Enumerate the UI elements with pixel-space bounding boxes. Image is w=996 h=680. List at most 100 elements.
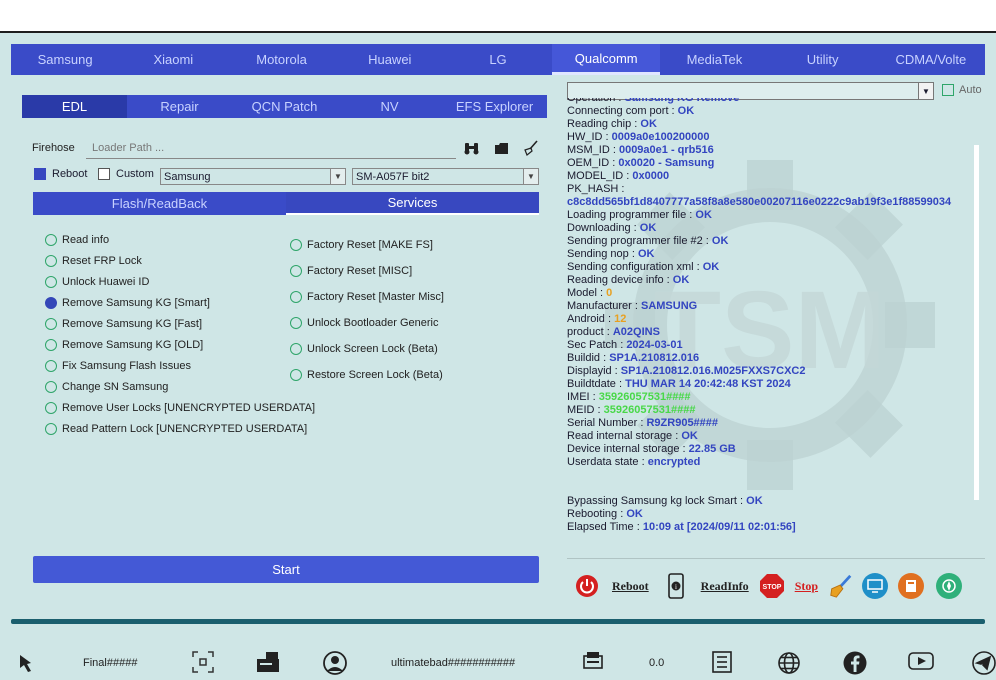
log-line: Rebooting : OK	[567, 508, 975, 521]
tab-xiaomi[interactable]: Xiaomi	[119, 44, 227, 75]
phone-info-icon[interactable]: i	[663, 573, 689, 599]
tab-motorola[interactable]: Motorola	[227, 44, 335, 75]
radio-remove-samsung-kg-old[interactable]: Remove Samsung KG [OLD]	[45, 339, 315, 351]
tab-flash-readback[interactable]: Flash/ReadBack	[33, 192, 286, 215]
radio-label: Unlock Bootloader Generic	[307, 317, 439, 329]
tab-repair[interactable]: Repair	[127, 95, 232, 118]
custom-checkbox[interactable]: Custom	[98, 168, 154, 180]
log-value: OK	[695, 209, 712, 221]
log-value: Samsung KG Remove	[624, 98, 740, 104]
log-key: Displayid :	[567, 365, 621, 377]
radio-remove-user-locks[interactable]: Remove User Locks [UNENCRYPTED USERDATA]	[45, 402, 315, 414]
radio-read-pattern-lock[interactable]: Read Pattern Lock [UNENCRYPTED USERDATA]	[45, 423, 315, 435]
radio-icon	[290, 291, 302, 303]
radio-restore-screen-lock[interactable]: Restore Screen Lock (Beta)	[290, 369, 444, 381]
tab-nv[interactable]: NV	[337, 95, 442, 118]
log-line: PK_HASH :	[567, 183, 975, 196]
sub-tab-bar: EDL Repair QCN Patch NV EFS Explorer	[22, 95, 547, 118]
tab-lg[interactable]: LG	[444, 44, 552, 75]
log-list-icon[interactable]	[712, 651, 732, 673]
log-value: 12	[614, 313, 627, 325]
screen-share-icon[interactable]	[862, 573, 889, 599]
log-line: HW_ID : 0009a0e100200000	[567, 131, 975, 144]
radio-unlock-bootloader-generic[interactable]: Unlock Bootloader Generic	[290, 317, 444, 329]
radio-unlock-screen-lock[interactable]: Unlock Screen Lock (Beta)	[290, 343, 444, 355]
radio-unlock-huawei-id[interactable]: Unlock Huawei ID	[45, 276, 315, 288]
services-right-list: Factory Reset [MAKE FS] Factory Reset [M…	[290, 239, 444, 381]
log-key: Downloading :	[567, 222, 640, 234]
radio-reset-frp-lock[interactable]: Reset FRP Lock	[45, 255, 315, 267]
log-key: Serial Number :	[567, 417, 647, 429]
log-key: IMEI :	[567, 391, 599, 403]
log-key: MSM_ID :	[567, 144, 619, 156]
radio-label: Factory Reset [Master Misc]	[307, 291, 444, 303]
radio-change-sn-samsung[interactable]: Change SN Samsung	[45, 381, 315, 393]
radio-factory-reset-misc[interactable]: Factory Reset [MISC]	[290, 265, 444, 277]
log-value: 0009a0e1 - qrb516	[618, 144, 714, 156]
log-line: Displayid : SP1A.210812.016.M025FXXS7CXC…	[567, 365, 975, 378]
tab-utility[interactable]: Utility	[769, 44, 877, 75]
tab-edl[interactable]: EDL	[22, 95, 127, 118]
log-key: OEM_ID :	[567, 157, 619, 169]
tab-services[interactable]: Services	[286, 192, 539, 215]
screenshot-icon[interactable]	[192, 651, 214, 673]
start-button[interactable]: Start	[33, 556, 539, 583]
power-icon[interactable]	[574, 573, 600, 599]
log-value: OK	[626, 508, 643, 520]
tab-qcn-patch[interactable]: QCN Patch	[232, 95, 337, 118]
log-line: MSM_ID : 0009a0e1 - qrb516	[567, 144, 975, 157]
radio-factory-reset-master-misc[interactable]: Factory Reset [Master Misc]	[290, 291, 444, 303]
loader-path-input[interactable]	[86, 137, 456, 159]
log-value: SP1A.210812.016.M025FXXS7CXC2	[620, 365, 806, 377]
tab-cdma-volte[interactable]: CDMA/Volte	[877, 44, 985, 75]
stop-sign-icon[interactable]: STOP	[759, 573, 785, 599]
auto-checkbox[interactable]: Auto	[942, 84, 982, 96]
broom-clean-icon[interactable]	[828, 573, 854, 599]
facebook-icon[interactable]	[843, 651, 867, 675]
reboot-button[interactable]: Reboot	[612, 579, 649, 594]
log-key: Reading chip :	[567, 118, 641, 130]
globe-icon[interactable]	[777, 651, 801, 675]
log-line: Serial Number : R9ZR905####	[567, 417, 975, 430]
radio-icon	[290, 317, 302, 329]
compass-icon[interactable]	[936, 573, 963, 599]
brand-select[interactable]: Samsung ▼	[160, 168, 346, 185]
log-line: c8c8dd565bf1d8407777a58f8a8e580e00207116…	[567, 196, 975, 209]
log-key: Buildtdate :	[567, 378, 626, 390]
radio-read-info[interactable]: Read info	[45, 234, 315, 246]
radio-label: Remove Samsung KG [Fast]	[62, 318, 202, 330]
radio-fix-samsung-flash-issues[interactable]: Fix Samsung Flash Issues	[45, 360, 315, 372]
stop-button[interactable]: Stop	[795, 579, 818, 594]
user-avatar-icon[interactable]	[323, 651, 347, 675]
tab-mediatek[interactable]: MediaTek	[660, 44, 768, 75]
radio-selected-icon	[45, 297, 57, 309]
tab-qualcomm[interactable]: Qualcomm	[552, 44, 661, 75]
model-select[interactable]: SM-A057F bit2 ▼	[352, 168, 539, 185]
telegram-icon[interactable]	[972, 651, 996, 675]
youtube-icon[interactable]	[908, 651, 934, 671]
reboot-checkbox[interactable]: Reboot	[34, 168, 87, 180]
tab-huawei[interactable]: Huawei	[336, 44, 444, 75]
log-value: OK	[677, 105, 695, 117]
log-value: OK	[681, 430, 698, 442]
radio-factory-reset-make-fs[interactable]: Factory Reset [MAKE FS]	[290, 239, 444, 251]
tab-samsung[interactable]: Samsung	[11, 44, 119, 75]
radio-remove-samsung-kg-fast[interactable]: Remove Samsung KG [Fast]	[45, 318, 315, 330]
main-tab-bar: Samsung Xiaomi Motorola Huawei LG Qualco…	[11, 44, 985, 75]
log-scrollbar[interactable]	[974, 145, 979, 500]
readinfo-button[interactable]: ReadInfo	[701, 579, 749, 594]
binoculars-icon[interactable]	[463, 140, 479, 156]
folder-icon[interactable]	[493, 140, 509, 156]
tab-efs-explorer[interactable]: EFS Explorer	[442, 95, 547, 118]
radio-label: Remove Samsung KG [OLD]	[62, 339, 204, 351]
log-line: Sec Patch : 2024-03-01	[567, 339, 975, 352]
log-value: c8c8dd565bf1d8407777a58f8a8e580e00207116…	[567, 196, 952, 208]
book-icon[interactable]	[898, 573, 925, 599]
radio-remove-samsung-kg-smart[interactable]: Remove Samsung KG [Smart]	[45, 297, 315, 309]
log-key: MODEL_ID :	[567, 170, 633, 182]
log-line: Read internal storage : OK	[567, 430, 975, 443]
broom-icon[interactable]	[523, 140, 539, 156]
log-line: Manufacturer : SAMSUNG	[567, 300, 975, 313]
